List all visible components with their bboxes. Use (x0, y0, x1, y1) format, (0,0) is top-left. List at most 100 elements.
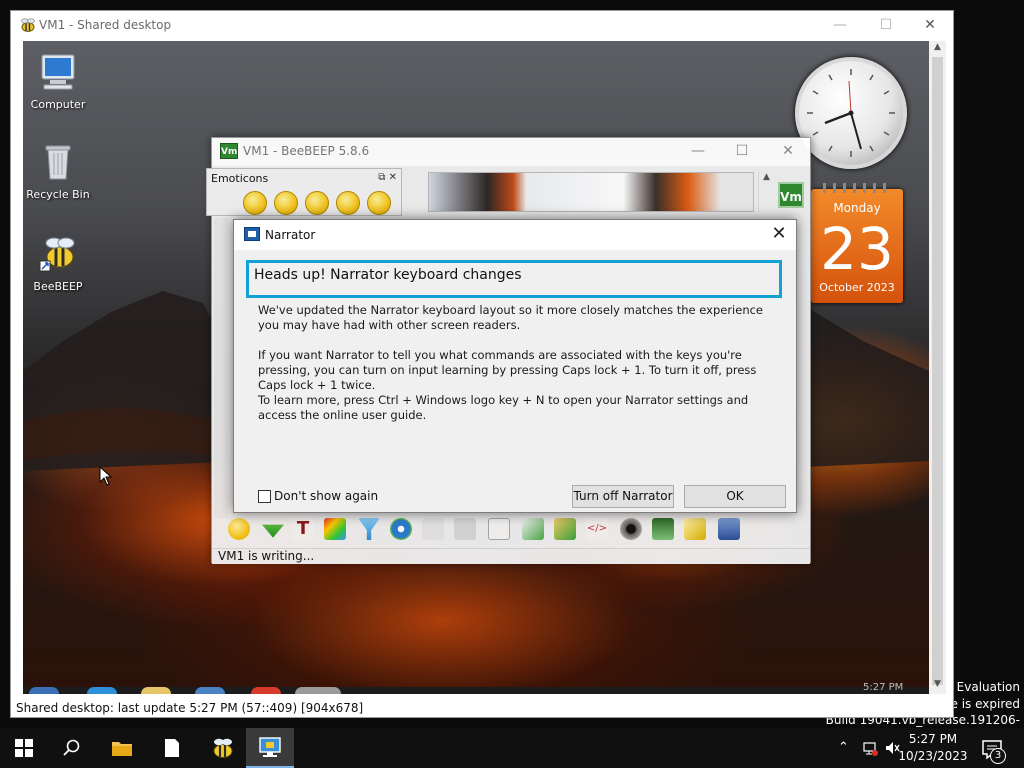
emoji-row (243, 191, 398, 218)
notification-count-badge: 3 (990, 748, 1006, 764)
show-hidden-icons-button[interactable]: ⌃ (838, 740, 849, 755)
ok-button[interactable]: OK (684, 485, 786, 508)
close-button[interactable]: ✕ (907, 11, 953, 41)
computer-icon (41, 54, 75, 90)
bee-icon (21, 18, 35, 32)
arrow-down-icon[interactable] (262, 524, 284, 538)
calendar-rings-icon (823, 183, 886, 193)
narrator-paragraph-2: If you want Narrator to tell you what co… (258, 348, 757, 392)
font-icon[interactable]: T (292, 518, 314, 540)
dont-show-again-checkbox[interactable] (258, 490, 271, 503)
beebeep-left-toolbar (214, 218, 228, 518)
folder-icon[interactable] (141, 687, 171, 694)
emoticon-icon[interactable] (228, 518, 250, 540)
smiley-icon[interactable] (367, 191, 391, 215)
turn-off-narrator-button[interactable]: Turn off Narrator (572, 485, 674, 508)
search-button[interactable] (48, 728, 96, 768)
taskbar-time: 5:27 PM (908, 732, 958, 746)
media-player-icon[interactable] (195, 687, 225, 694)
search-icon (63, 739, 80, 756)
guest-taskbar: 5:27 PM (23, 682, 929, 694)
send-file-icon[interactable] (522, 518, 544, 540)
emoticons-panel-buttons[interactable]: ⧉ ✕ (378, 172, 397, 183)
note-icon[interactable] (488, 518, 510, 540)
shared-desktop-icon (259, 737, 281, 757)
clock-gadget[interactable] (795, 57, 907, 169)
emoticons-panel: Emoticons ⧉ ✕ (206, 168, 402, 216)
narrator-titlebar[interactable]: Narrator ✕ (234, 220, 796, 250)
windows-icon (15, 739, 33, 757)
close-button[interactable]: ✕ (766, 138, 810, 166)
send-folder-icon[interactable] (554, 518, 576, 540)
smiley-icon[interactable] (305, 191, 329, 215)
spellcheck-icon[interactable] (422, 518, 444, 540)
guest-taskbar-time: 5:27 PM (863, 682, 904, 693)
desktop-icon-computer[interactable]: Computer (23, 49, 93, 111)
desktop-icon-label: Computer (30, 98, 86, 111)
calendar-weekday: Monday (833, 201, 881, 215)
desktop-icon-label: BeeBEEP (33, 280, 83, 293)
filter-icon[interactable] (358, 518, 380, 540)
bee-icon (213, 738, 233, 758)
start-button[interactable] (0, 728, 48, 768)
scroll-up-icon[interactable]: ▲ (931, 42, 944, 55)
close-button[interactable]: ✕ (764, 222, 794, 248)
file-explorer-button[interactable] (98, 728, 146, 768)
network-icon[interactable] (862, 740, 878, 756)
host-taskbar: ⌃ 5:27 PM 10/23/2023 3 (0, 728, 1024, 768)
recycle-bin-icon (45, 145, 71, 180)
window-titlebar[interactable]: VM1 - Shared desktop — ☐ ✕ (11, 11, 953, 41)
minimize-button[interactable]: — (676, 138, 720, 166)
screenshot-thumbnails[interactable] (428, 172, 754, 212)
calendar-gadget[interactable]: Monday 23 October 2023 (811, 183, 903, 303)
color-icon[interactable] (324, 518, 346, 540)
vm-badge[interactable]: Vm (778, 182, 804, 208)
shared-desktop-status: Shared desktop: last update 5:27 PM (57:… (11, 699, 953, 717)
taskbar-date: 10/23/2023 (898, 749, 968, 763)
internet-explorer-icon[interactable] (87, 687, 117, 694)
smiley-icon[interactable] (274, 191, 298, 215)
scroll-down-icon[interactable]: ▼ (931, 679, 944, 692)
chrome-icon[interactable] (251, 687, 281, 694)
clock-face-icon (807, 69, 895, 157)
start-orb-icon[interactable] (29, 687, 59, 694)
desktop-icon-label: Recycle Bin (26, 188, 90, 201)
desktop-icon-recycle-bin[interactable]: Recycle Bin (23, 139, 93, 201)
screenshot-icon[interactable] (652, 518, 674, 540)
beebeep-taskbar-icon[interactable] (295, 687, 341, 694)
narrator-icon (244, 227, 260, 241)
guest-desktop[interactable]: Computer Recycle Bin BeeBEEP Monday 23 O… (23, 41, 929, 694)
vertical-scrollbar[interactable]: ▲ ▼ (929, 41, 946, 694)
narrator-title: Narrator (265, 228, 316, 242)
edit-note-icon[interactable] (684, 518, 706, 540)
emoticons-label: Emoticons (211, 172, 269, 185)
beebeep-titlebar[interactable]: Vm VM1 - BeeBEEP 5.8.6 — ☐ ✕ (212, 138, 810, 166)
narrator-heading: Heads up! Narrator keyboard changes (254, 267, 522, 283)
save-icon[interactable] (718, 518, 740, 540)
dont-show-again-label[interactable]: Don't show again (274, 489, 378, 503)
maximize-button[interactable]: ☐ (720, 138, 764, 166)
calendar-date: 23 (820, 215, 894, 283)
mouse-cursor-icon (99, 466, 113, 486)
shared-desktop-button[interactable] (246, 728, 294, 768)
smiley-icon[interactable] (243, 191, 267, 215)
notepad-button[interactable] (148, 728, 196, 768)
desktop-icon-beebeep[interactable]: BeeBEEP (23, 231, 93, 293)
folder-icon (112, 742, 132, 756)
smiley-icon[interactable] (336, 191, 360, 215)
thumbnail-scrollbar[interactable]: ▲ (758, 172, 774, 212)
webcam-icon[interactable] (620, 518, 642, 540)
taskbar-clock[interactable]: 5:27 PM 10/23/2023 (898, 731, 968, 765)
scrollbar-thumb[interactable] (932, 57, 943, 685)
document-icon[interactable] (454, 518, 476, 540)
narrator-dialog[interactable]: Narrator ✕ Heads up! Narrator keyboard c… (233, 219, 797, 513)
narrator-paragraph-3: To learn more, press Ctrl + Windows logo… (258, 393, 749, 422)
maximize-button[interactable]: ☐ (863, 11, 909, 41)
vm-icon: Vm (220, 143, 238, 159)
beebeep-button[interactable] (198, 728, 246, 768)
code-icon[interactable]: </> (586, 518, 608, 540)
beebeep-title: VM1 - BeeBEEP 5.8.6 (243, 144, 370, 158)
minimize-button[interactable]: — (817, 11, 863, 41)
settings-icon[interactable] (390, 518, 412, 540)
window-title: VM1 - Shared desktop (39, 18, 172, 32)
